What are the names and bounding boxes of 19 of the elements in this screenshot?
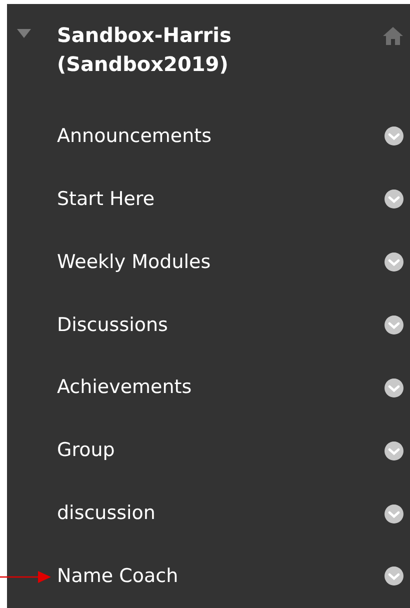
chevron-down-icon[interactable] (384, 566, 404, 586)
menu-item-link[interactable]: Achievements (57, 373, 384, 402)
course-title[interactable]: Sandbox-Harris (Sandbox2019) (57, 21, 327, 79)
chevron-down-icon[interactable] (384, 252, 404, 272)
chevron-down-icon[interactable] (384, 126, 404, 146)
menu-item-link[interactable]: Discussions (57, 310, 384, 340)
menu-item-link[interactable]: Weekly Modules (57, 248, 384, 276)
menu-item-link[interactable]: Name Coach (57, 562, 384, 591)
chevron-down-icon[interactable] (384, 314, 404, 335)
chevron-down-icon[interactable] (384, 378, 404, 398)
caret-down-icon[interactable] (17, 29, 31, 39)
menu-item-link[interactable]: Start Here (57, 184, 384, 214)
menu-item-link[interactable]: Group (57, 436, 384, 465)
home-icon[interactable] (382, 26, 404, 46)
menu-item-link[interactable]: discussion (57, 499, 384, 528)
chevron-down-icon[interactable] (384, 440, 404, 461)
chevron-down-icon[interactable] (384, 188, 404, 209)
chevron-down-icon[interactable] (384, 504, 404, 524)
menu-item-link[interactable]: Announcements (57, 122, 384, 150)
